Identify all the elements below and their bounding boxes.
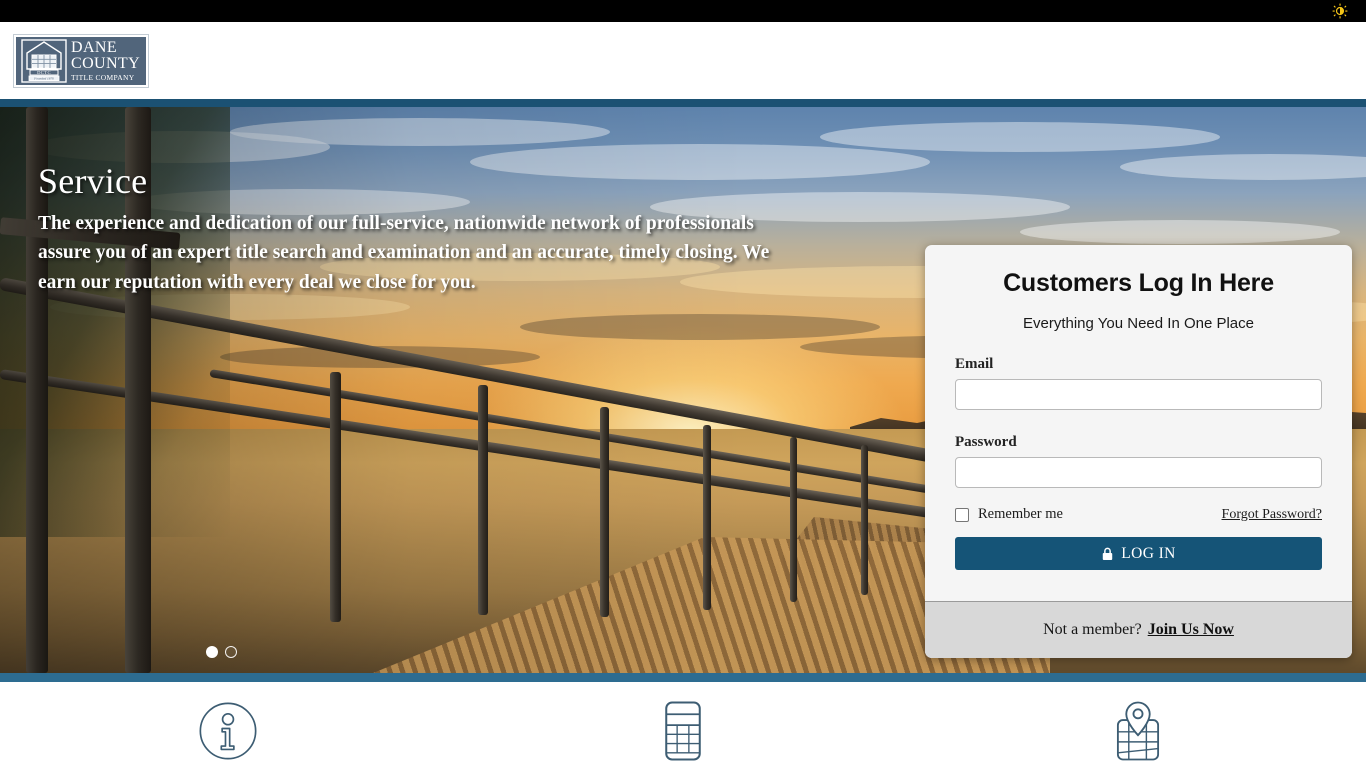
feature-calculator[interactable] xyxy=(455,682,910,768)
password-label: Password xyxy=(955,434,1017,450)
logo-wordmark: DANE COUNTY TITLE COMPANY xyxy=(67,40,141,82)
log-in-button[interactable]: LOG IN xyxy=(955,537,1322,570)
feature-shortcuts xyxy=(0,682,1366,768)
svg-text:Founded 1876: Founded 1876 xyxy=(33,77,54,81)
brightness-sun-glyph xyxy=(1332,3,1348,19)
calculator-icon xyxy=(665,701,701,761)
hero-description: The experience and dedication of our ful… xyxy=(38,212,770,294)
login-subtitle: Everything You Need In One Place xyxy=(1023,315,1254,332)
forgot-password-link[interactable]: Forgot Password? xyxy=(1222,507,1322,523)
feature-info[interactable] xyxy=(0,682,455,768)
remember-me-label: Remember me xyxy=(978,506,1063,522)
carousel-dot-2[interactable] xyxy=(225,646,237,658)
logo-line-dane: DANE xyxy=(71,39,118,57)
hero-copy: Service The experience and dedication of… xyxy=(38,161,778,298)
email-label: Email xyxy=(955,356,994,372)
remember-me-checkbox[interactable] xyxy=(955,507,969,522)
remember-row: Remember me Forgot Password? xyxy=(955,506,1322,523)
window-building-icon: DCTC Founded 1876 xyxy=(21,39,67,83)
email-input[interactable] xyxy=(955,379,1322,410)
hero-carousel: Service The experience and dedication of… xyxy=(0,107,1366,673)
logo-line-county: COUNTY xyxy=(71,55,141,73)
hero-bottom-bar xyxy=(0,673,1366,682)
login-title: Customers Log In Here xyxy=(1003,269,1274,297)
header-divider xyxy=(0,99,1366,107)
password-input[interactable] xyxy=(955,457,1322,488)
not-a-member-text: Not a member? xyxy=(1043,621,1142,638)
log-in-button-label: LOG IN xyxy=(1121,544,1176,562)
lock-icon xyxy=(1103,547,1113,560)
top-utility-bar xyxy=(0,0,1366,22)
logo-line-title-company: TITLE COMPANY xyxy=(71,73,135,83)
svg-text:DCTC: DCTC xyxy=(37,70,51,75)
carousel-dot-1[interactable] xyxy=(206,646,218,658)
info-circle-icon xyxy=(199,702,257,760)
hero-title: Service xyxy=(38,161,148,201)
company-logo[interactable]: DCTC Founded 1876 DANE COUNTY TITLE COMP… xyxy=(13,34,149,88)
site-header: DCTC Founded 1876 DANE COUNTY TITLE COMP… xyxy=(0,22,1366,99)
login-footer: Not a member? Join Us Now xyxy=(925,601,1352,658)
login-card: Customers Log In Here Everything You Nee… xyxy=(925,245,1352,658)
login-form: Customers Log In Here Everything You Nee… xyxy=(925,245,1352,570)
join-us-now-link[interactable]: Join Us Now xyxy=(1148,621,1234,639)
password-field-group: Password xyxy=(955,434,1322,488)
brightness-sun-icon[interactable] xyxy=(1328,0,1352,22)
carousel-dots xyxy=(206,646,237,658)
email-field-group: Email xyxy=(955,356,1322,410)
feature-map[interactable] xyxy=(911,682,1366,768)
remember-me-group[interactable]: Remember me xyxy=(955,506,1063,523)
map-pin-icon xyxy=(1117,701,1160,761)
